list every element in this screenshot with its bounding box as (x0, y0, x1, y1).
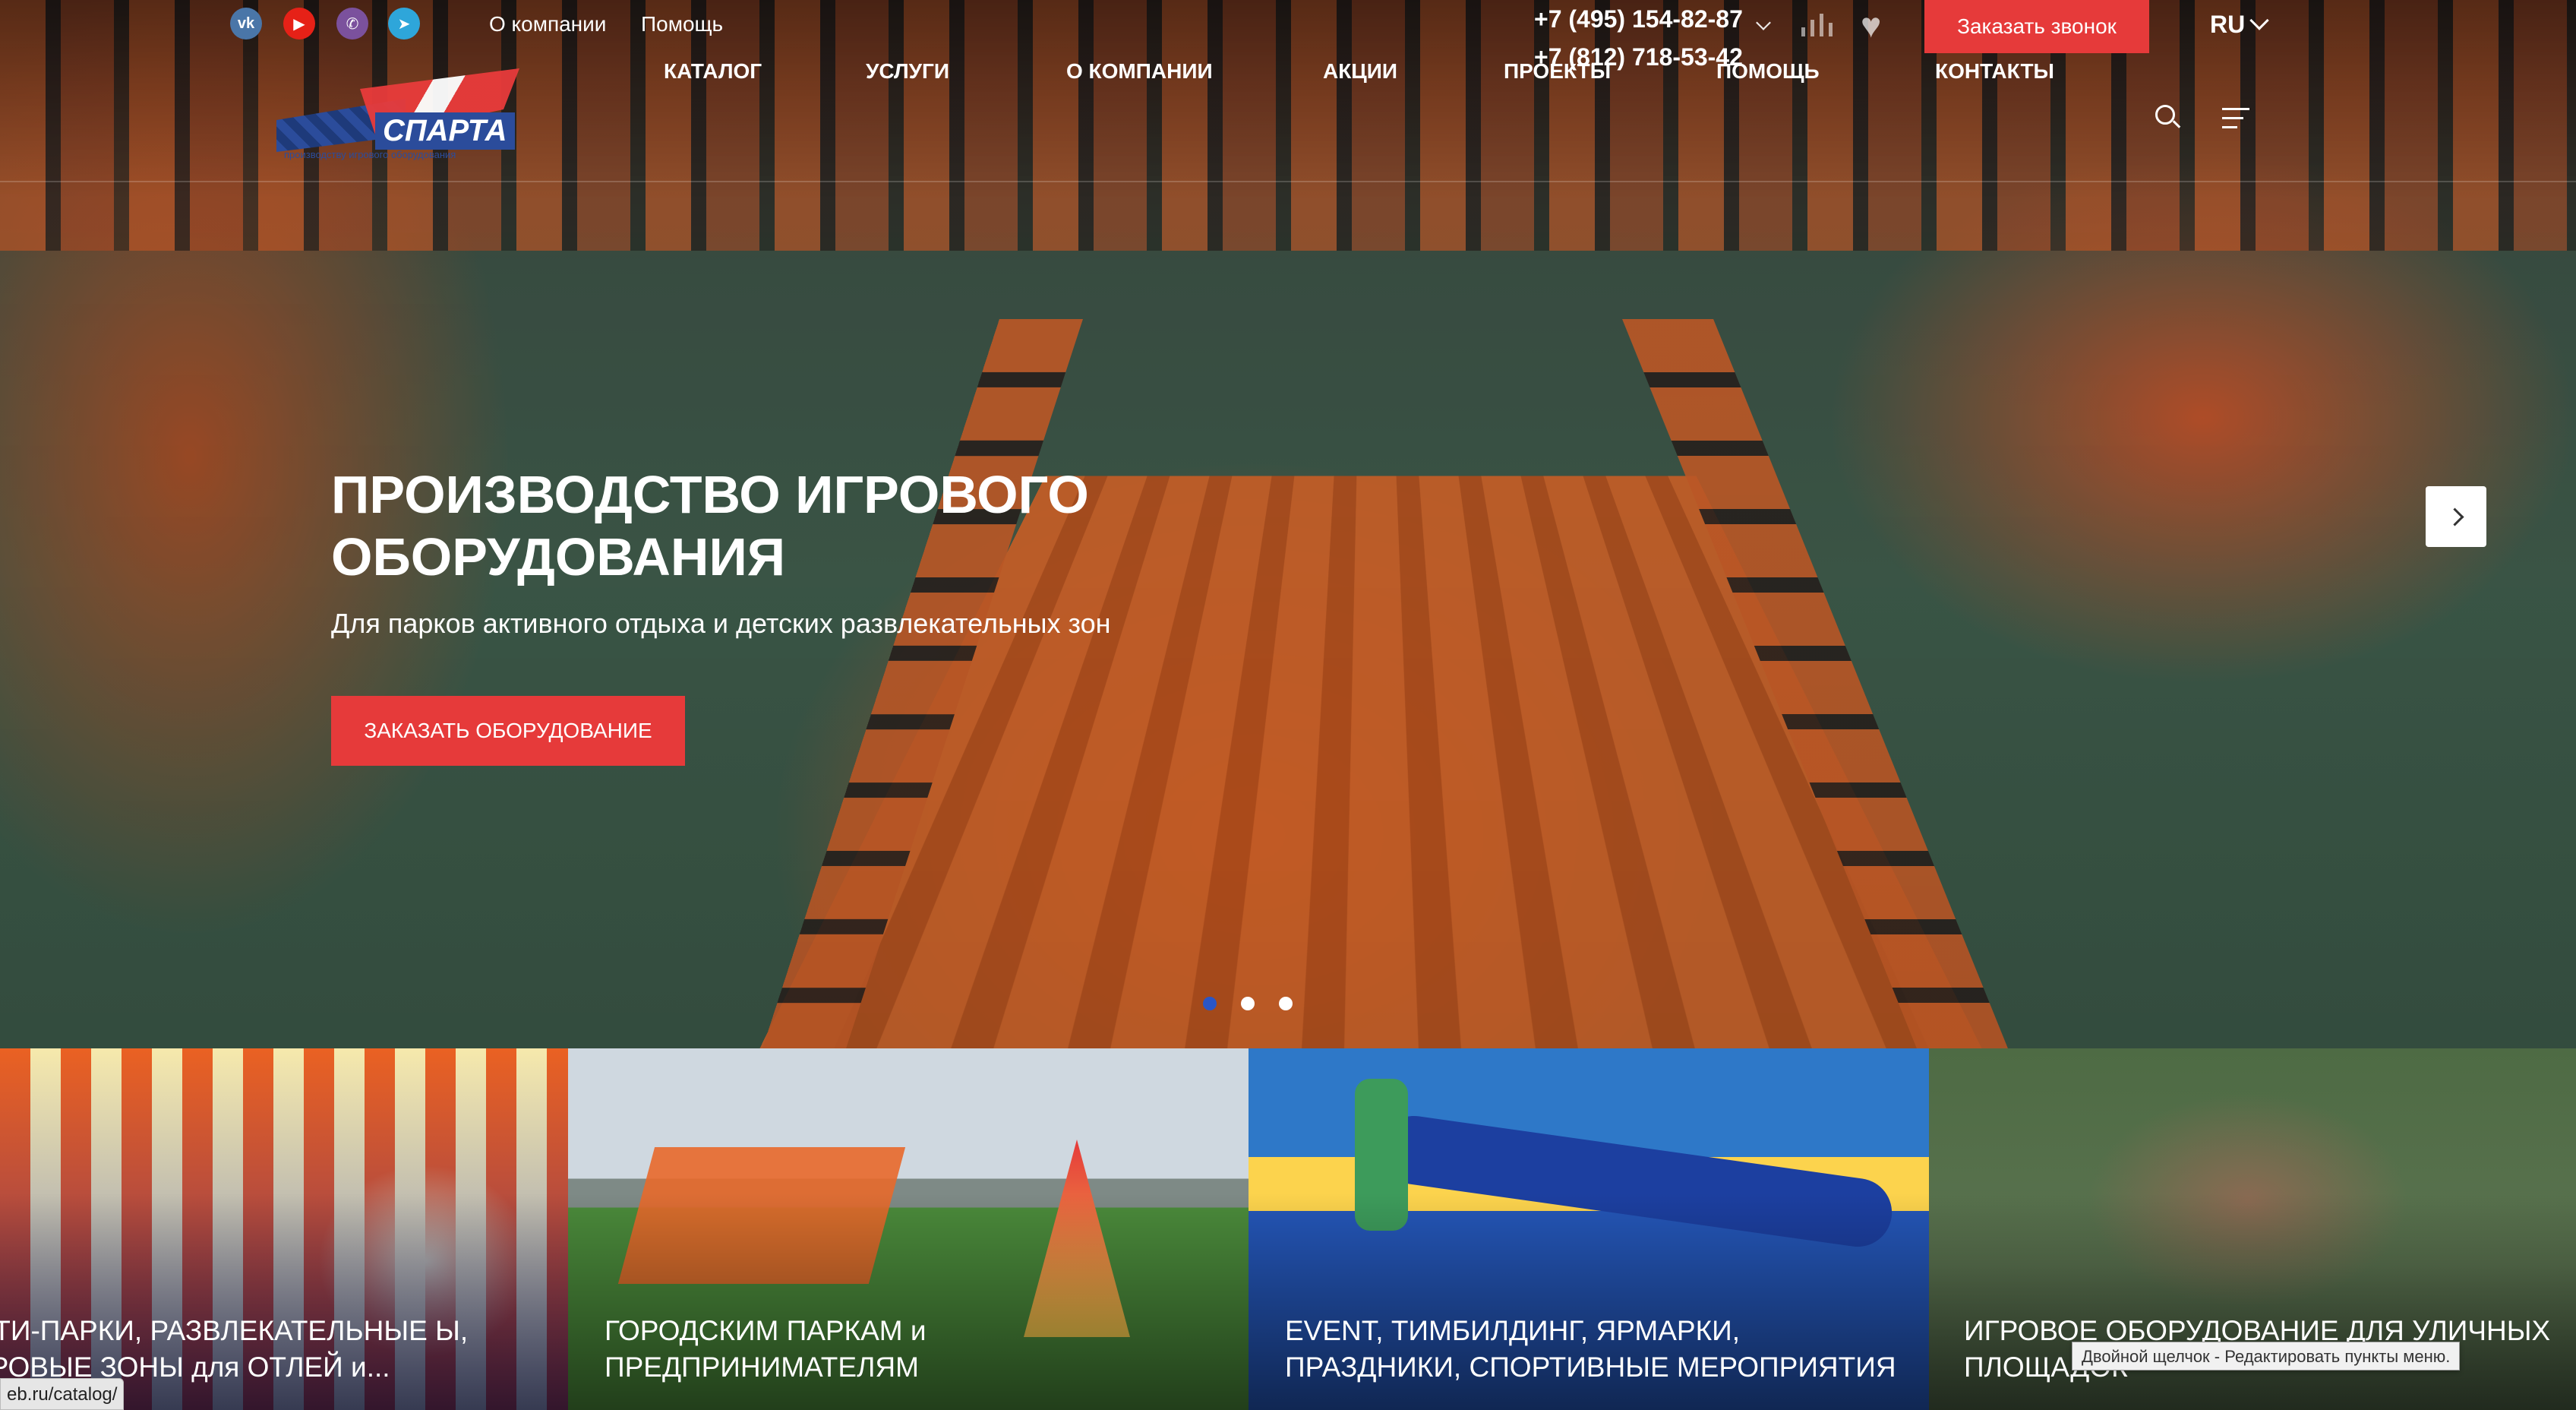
site-header: vk ▶ ✆ ➤ О компании Помощь +7 (495) 154-… (0, 0, 2576, 182)
category-tile-family-parks[interactable]: ВИТИ-ПАРКИ, РАЗВЛЕКАТЕЛЬНЫЕ Ы, ИГРОВЫЕ З… (0, 1048, 568, 1410)
nav-catalog[interactable]: КАТАЛОГ (664, 59, 762, 84)
youtube-icon[interactable]: ▶ (283, 8, 315, 40)
category-tile-city-parks[interactable]: ГОРОДСКИМ ПАРКАМ и ПРЕДПРИНИМАТЕЛЯМ (568, 1048, 1249, 1410)
compare-icon[interactable] (1801, 14, 1836, 36)
tile-label: EVENT, ТИМБИЛДИНГ, ЯРМАРКИ, ПРАЗДНИКИ, С… (1285, 1315, 1896, 1383)
top-link-about[interactable]: О компании (489, 12, 606, 36)
heart-icon[interactable]: ♥ (1861, 6, 1881, 44)
callback-button[interactable]: Заказать звонок (1924, 0, 2149, 53)
nav-help[interactable]: ПОМОЩЬ (1716, 59, 1820, 84)
nav-company[interactable]: О КОМПАНИИ (1066, 59, 1213, 84)
telegram-icon[interactable]: ➤ (388, 8, 420, 40)
status-bar-url: eb.ru/catalog/ (0, 1378, 125, 1410)
logo[interactable]: СПАРТА производству игрового оборудовани… (276, 68, 527, 175)
slider-dot-3[interactable] (1279, 997, 1293, 1010)
top-link-help[interactable]: Помощь (641, 12, 723, 36)
language-selector[interactable]: RU (2210, 11, 2245, 39)
vk-icon[interactable]: vk (230, 8, 262, 40)
category-tile-events[interactable]: EVENT, ТИМБИЛДИНГ, ЯРМАРКИ, ПРАЗДНИКИ, С… (1249, 1048, 1929, 1410)
phone-moscow[interactable]: +7 (495) 154-82-87 (1534, 0, 1743, 38)
menu-icon[interactable] (2222, 106, 2249, 131)
slider-dot-2[interactable] (1241, 997, 1255, 1010)
nav-services[interactable]: УСЛУГИ (866, 59, 949, 84)
logo-text: СПАРТА (375, 112, 515, 150)
viber-icon[interactable]: ✆ (336, 8, 368, 40)
logo-tagline: производству игрового оборудования (284, 149, 456, 160)
header-divider (0, 181, 2576, 182)
order-equipment-button[interactable]: ЗАКАЗАТЬ ОБОРУДОВАНИЕ (331, 696, 685, 766)
edit-menu-tooltip: Двойной щелчок - Редактировать пункты ме… (2072, 1342, 2461, 1370)
nav-contacts[interactable]: КОНТАКТЫ (1935, 59, 2054, 84)
slider-dot-1[interactable] (1203, 997, 1217, 1010)
nav-promo[interactable]: АКЦИИ (1323, 59, 1397, 84)
search-icon[interactable] (2155, 105, 2181, 131)
tile-label: ГОРОДСКИМ ПАРКАМ и ПРЕДПРИНИМАТЕЛЯМ (605, 1315, 927, 1383)
chevron-down-icon[interactable] (1756, 15, 1771, 30)
chevron-down-icon[interactable] (2249, 11, 2269, 30)
tile-label: ВИТИ-ПАРКИ, РАЗВЛЕКАТЕЛЬНЫЕ Ы, ИГРОВЫЕ З… (0, 1315, 469, 1383)
nav-projects[interactable]: ПРОЕКТЫ (1504, 59, 1611, 84)
slider-next-button[interactable] (2426, 486, 2486, 547)
hero-subtitle: Для парков активного отдыха и детских ра… (331, 608, 1111, 639)
hero-title: ПРОИЗВОДСТВО ИГРОВОГО ОБОРУДОВАНИЯ (331, 465, 1089, 586)
